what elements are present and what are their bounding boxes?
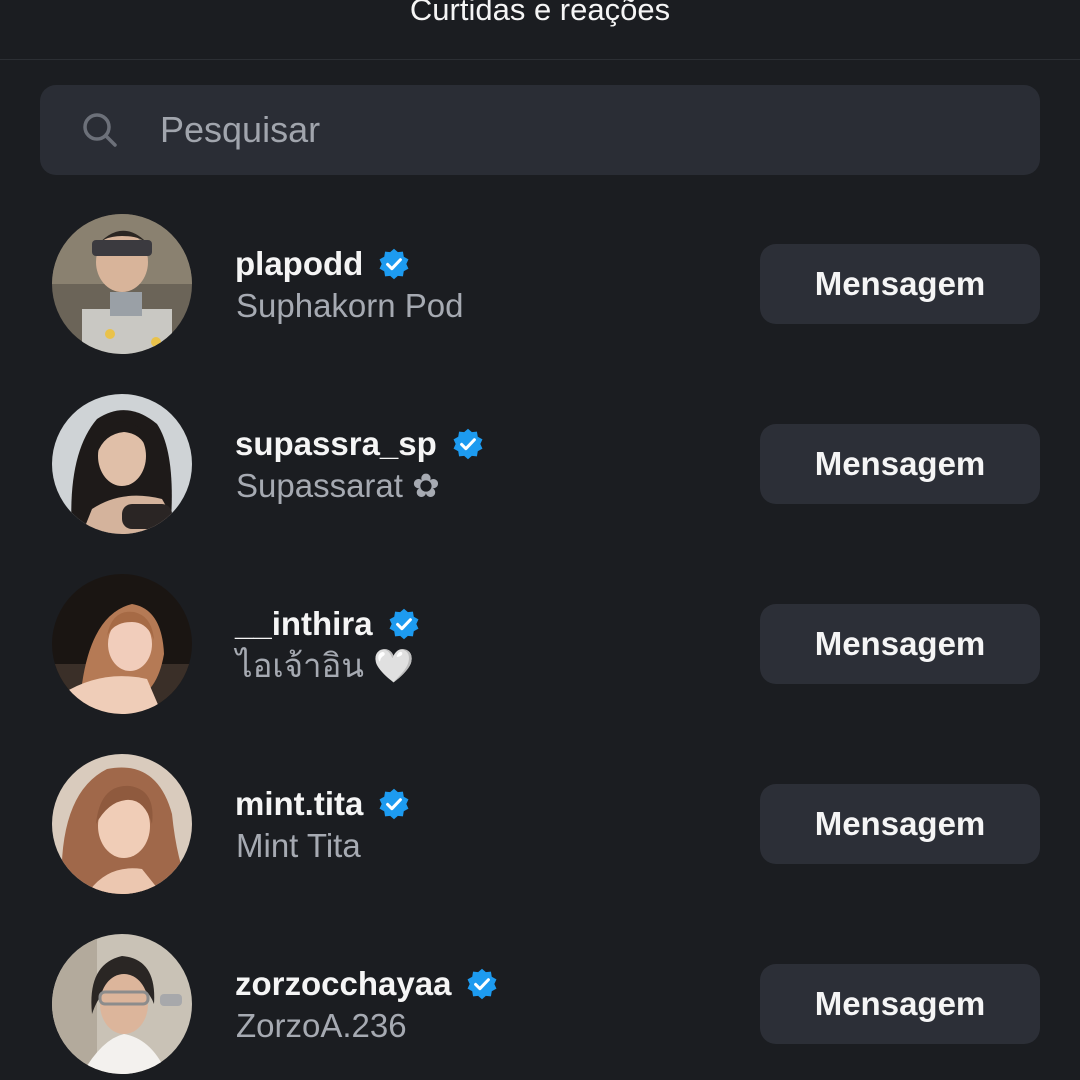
username[interactable]: __inthira [235,605,373,643]
message-button[interactable]: Mensagem [760,604,1040,684]
list-item[interactable]: plapodd Suphakorn Pod Mensagem [0,214,1080,354]
message-button[interactable]: Mensagem [760,244,1040,324]
username[interactable]: supassra_sp [235,425,437,463]
username-line: supassra_sp [235,422,485,466]
list-item[interactable]: __inthira ไอเจ้าอิน 🤍 Mensagem [0,574,1080,714]
avatar[interactable] [52,394,192,534]
page-title: Curtidas e reações [409,0,671,27]
verified-badge-icon [467,968,497,1000]
avatar[interactable] [52,214,192,354]
username[interactable]: plapodd [235,245,363,283]
search-input[interactable] [160,100,1000,160]
likes-and-reactions-screen: Curtidas e reações plapodd [0,0,1080,1080]
header: Curtidas e reações [0,0,1080,60]
username[interactable]: mint.tita [235,785,363,823]
avatar[interactable] [52,574,192,714]
list-item[interactable]: mint.tita Mint Tita Mensagem [0,754,1080,894]
message-button[interactable]: Mensagem [760,964,1040,1044]
full-name: Mint Tita [236,827,361,864]
full-name: Supassarat ✿ [236,467,440,504]
verified-badge-icon [379,788,409,820]
message-button[interactable]: Mensagem [760,784,1040,864]
verified-badge-icon [379,248,409,280]
username-line: plapodd [235,242,411,286]
username-line: __inthira [235,602,421,646]
full-name: ไอเจ้าอิน 🤍 [236,647,415,684]
search-icon [83,113,117,147]
username-line: mint.tita [235,782,411,826]
full-name: Suphakorn Pod [236,287,464,324]
full-name: ZorzoA.236 [236,1007,407,1044]
avatar[interactable] [52,934,192,1074]
verified-badge-icon [453,428,483,460]
list-item[interactable]: zorzocchayaa ZorzoA.236 Mensagem [0,934,1080,1074]
username-line: zorzocchayaa [235,962,499,1006]
avatar[interactable] [52,754,192,894]
list-item[interactable]: supassra_sp Supassarat ✿ Mensagem [0,394,1080,534]
username[interactable]: zorzocchayaa [235,965,451,1003]
verified-badge-icon [389,608,418,640]
message-button[interactable]: Mensagem [760,424,1040,504]
